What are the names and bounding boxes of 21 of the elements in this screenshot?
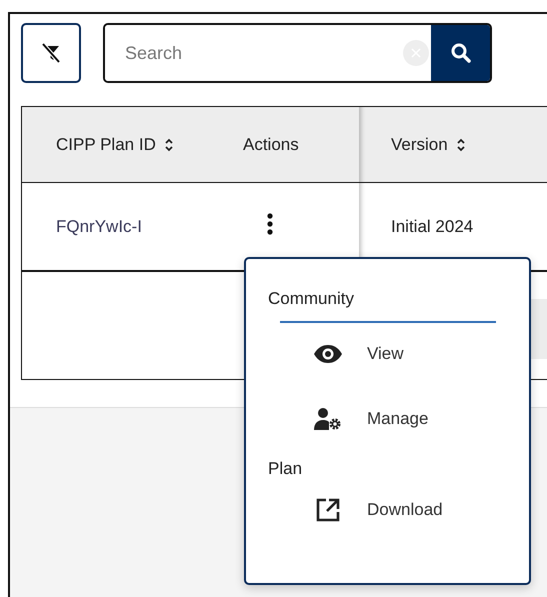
table-cell: Initial 2024 bbox=[391, 216, 474, 236]
search-icon bbox=[450, 42, 472, 64]
eye-icon bbox=[313, 345, 343, 363]
menu-item[interactable]: Download bbox=[268, 479, 529, 541]
column-header[interactable]: CIPP Plan ID bbox=[22, 107, 229, 182]
external-link-icon bbox=[316, 498, 340, 522]
more-actions-button[interactable] bbox=[267, 212, 273, 234]
column-header[interactable]: Version bbox=[359, 107, 547, 182]
menu-group-label: Plan bbox=[268, 459, 304, 479]
table-cell: FQnrYwIc-I bbox=[56, 216, 142, 236]
menu-group-label: Community bbox=[268, 289, 355, 309]
sort-icon[interactable] bbox=[164, 136, 174, 152]
filter-off-icon bbox=[39, 41, 63, 65]
menu-item[interactable]: Manage bbox=[268, 385, 529, 453]
search-bar[interactable]: Search bbox=[103, 23, 492, 83]
menu-item[interactable]: View bbox=[268, 323, 529, 385]
user-gear-icon bbox=[314, 408, 342, 430]
sort-icon[interactable] bbox=[456, 136, 466, 152]
column-header: Actions bbox=[242, 134, 300, 156]
search-button[interactable] bbox=[431, 25, 490, 81]
clear-filter-button[interactable] bbox=[21, 23, 81, 83]
